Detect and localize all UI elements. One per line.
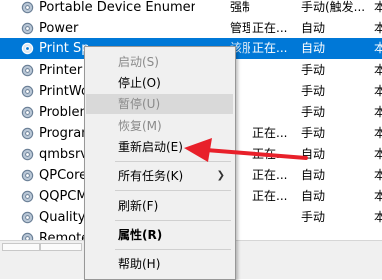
service-startup-type: 手动	[301, 210, 326, 224]
menu-item-stop[interactable]: 停止(O)	[86, 73, 233, 93]
menu-item-help[interactable]: 帮助(H)	[86, 254, 233, 274]
service-startup-type: 自动	[301, 41, 326, 55]
service-startup-type: 自动	[301, 189, 326, 203]
gear-icon	[21, 22, 34, 35]
gear-icon	[21, 85, 34, 98]
service-status: 正在...	[252, 41, 288, 55]
gear-icon	[21, 169, 34, 182]
service-startup-type: 自动	[301, 147, 326, 161]
gear-icon	[21, 127, 34, 140]
menu-item-start[interactable]: 启动(S)	[86, 52, 233, 72]
service-logon: 本	[374, 189, 382, 203]
menu-separator	[115, 249, 231, 250]
gear-icon	[21, 148, 34, 161]
service-logon: 本	[374, 168, 382, 182]
service-startup-type: 手动(触发...	[301, 0, 366, 14]
menu-item-label: 属性(R)	[118, 228, 163, 242]
menu-item-label: 帮助(H)	[118, 257, 161, 271]
menu-separator	[115, 190, 231, 191]
menu-separator	[115, 220, 231, 221]
service-logon: 本	[374, 84, 382, 98]
service-startup-type: 自动	[301, 168, 326, 182]
service-row[interactable]: Portable Device Enumera... 强制... 手动(触发..…	[0, 0, 382, 18]
service-startup-type: 手动	[301, 126, 326, 140]
menu-item-label: 暂停(U)	[118, 97, 161, 111]
menu-item-resume[interactable]: 恢复(M)	[86, 116, 233, 136]
service-row[interactable]: Power 管理... 正在... 自动 本	[0, 18, 382, 39]
menu-item-label: 恢复(M)	[118, 119, 162, 133]
service-status: 正在...	[252, 168, 288, 182]
tab-extended[interactable]	[2, 243, 40, 251]
service-startup-type: 手动	[301, 84, 326, 98]
service-logon: 本	[374, 0, 382, 14]
gear-icon	[21, 42, 34, 55]
service-status: 正在...	[252, 147, 288, 161]
menu-item-label: 所有任务(K)	[118, 169, 184, 183]
service-startup-type: 自动	[301, 21, 326, 35]
menu-separator	[115, 161, 231, 162]
menu-item-refresh[interactable]: 刷新(F)	[86, 196, 233, 216]
gear-icon	[21, 1, 34, 14]
menu-item-label: 启动(S)	[118, 55, 159, 69]
service-name: Power	[39, 21, 79, 36]
gear-icon	[21, 232, 34, 240]
menu-item-label: 重新启动(E)	[118, 140, 183, 154]
service-description: 管理...	[230, 21, 250, 35]
service-startup-type: 手动	[301, 105, 326, 119]
service-name: Portable Device Enumera...	[39, 0, 195, 15]
service-logon: 本	[374, 63, 382, 77]
service-logon: 本	[374, 105, 382, 119]
menu-item-pause[interactable]: 暂停(U)	[86, 94, 233, 114]
service-status: 正在...	[252, 189, 288, 203]
chevron-right-icon: ❯	[216, 170, 225, 181]
service-status: 正在...	[252, 126, 288, 140]
gear-icon	[21, 190, 34, 203]
service-status: 正在...	[252, 21, 288, 35]
service-logon: 本	[374, 41, 382, 55]
gear-icon	[21, 106, 34, 119]
menu-item-all-tasks[interactable]: 所有任务(K) ❯	[86, 166, 233, 186]
gear-icon	[21, 64, 34, 77]
service-startup-type: 手动	[301, 63, 326, 77]
service-logon: 本	[374, 126, 382, 140]
context-menu: 启动(S) 停止(O) 暂停(U) 恢复(M) 重新启动(E) 所有任务(K) …	[84, 46, 236, 280]
service-logon: 本	[374, 147, 382, 161]
tab-standard[interactable]	[40, 243, 82, 251]
service-description: 强制...	[230, 0, 250, 14]
menu-item-label: 刷新(F)	[118, 199, 159, 213]
menu-item-properties[interactable]: 属性(R)	[86, 225, 233, 245]
gear-icon	[21, 211, 34, 224]
menu-item-label: 停止(O)	[118, 76, 161, 90]
service-logon: 本	[374, 210, 382, 224]
menu-item-restart[interactable]: 重新启动(E)	[86, 137, 233, 157]
service-logon: 本	[374, 21, 382, 35]
